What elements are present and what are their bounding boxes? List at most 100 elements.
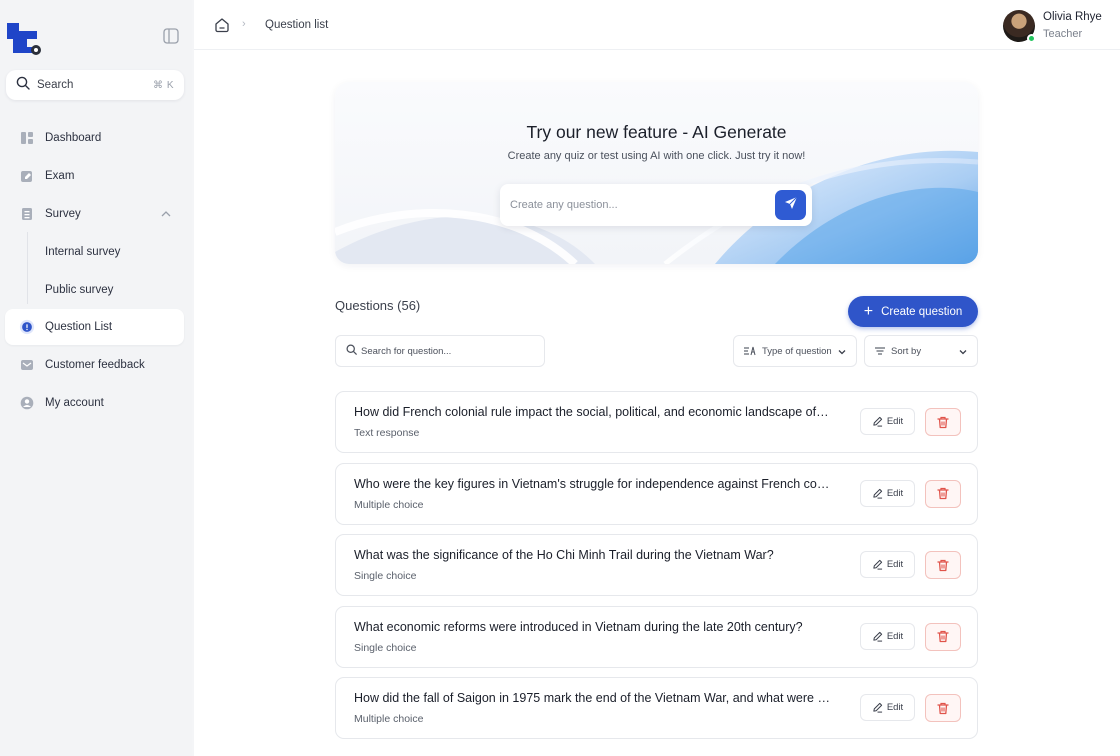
pencil-icon: [872, 488, 887, 499]
chevron-up-icon[interactable]: [160, 208, 172, 223]
ai-question-input-wrapper: [500, 184, 812, 226]
online-status-indicator: [1027, 34, 1036, 43]
submenu-guide-line: [27, 232, 28, 304]
chevron-down-icon: [958, 347, 968, 360]
questions-title: Questions (56): [335, 298, 421, 313]
trash-icon: [937, 702, 949, 715]
account-icon: [19, 395, 35, 411]
question-card[interactable]: Who were the key figures in Vietnam's st…: [335, 462, 978, 525]
search-icon: [16, 76, 30, 95]
delete-button[interactable]: [925, 408, 961, 436]
sidebar-item-survey[interactable]: Survey: [5, 196, 184, 232]
edit-label: Edit: [886, 702, 904, 713]
dashboard-icon: [19, 130, 35, 146]
question-type: Text response: [354, 427, 420, 439]
delete-button[interactable]: [925, 694, 961, 722]
question-search-input[interactable]: [361, 345, 541, 357]
user-name: Olivia Rhye: [1043, 11, 1102, 23]
sidebar-item-label: Dashboard: [45, 132, 102, 144]
trash-icon: [937, 630, 949, 643]
sort-lines-icon: [875, 347, 885, 355]
question-icon: [19, 319, 35, 335]
breadcrumb-current[interactable]: Question list: [265, 19, 328, 31]
send-icon: [783, 195, 799, 216]
question-text: Who were the key figures in Vietnam's st…: [354, 476, 832, 491]
type-of-question-filter[interactable]: Type of question: [733, 335, 857, 367]
edit-label: Edit: [886, 630, 904, 642]
pencil-icon: [872, 559, 887, 570]
pencil-icon: [872, 702, 887, 713]
trash-icon: [937, 487, 949, 500]
sidebar-item-label: Customer feedback: [45, 359, 145, 371]
type-of-question-label: Type of question: [762, 345, 832, 357]
delete-button[interactable]: [925, 479, 961, 508]
trash-icon: [937, 416, 949, 429]
exam-icon: [19, 168, 35, 184]
filter-sort-icon: [744, 346, 756, 356]
sidebar-toggle-icon[interactable]: [162, 27, 180, 45]
search-label: Search: [37, 79, 74, 91]
sidebar-item-exam[interactable]: Exam: [5, 158, 184, 194]
question-text: How did French colonial rule impact the …: [354, 405, 832, 419]
app-logo[interactable]: [4, 18, 42, 56]
plus-icon: +: [863, 302, 874, 320]
avatar[interactable]: [1003, 10, 1036, 43]
question-type: Multiple choice: [354, 498, 424, 511]
edit-label: Edit: [886, 416, 904, 427]
question-type: Multiple choice: [354, 713, 424, 725]
edit-button[interactable]: Edit: [860, 622, 915, 650]
sidebar-item-label: Exam: [45, 170, 75, 182]
sidebar-item-my-account[interactable]: My account: [5, 385, 184, 421]
sort-by-dropdown[interactable]: Sort by: [864, 335, 978, 367]
banner-subtitle: Create any quiz or test using AI with on…: [507, 150, 806, 162]
sidebar-item-label: Question List: [45, 321, 113, 333]
sidebar-item-label: My account: [45, 397, 104, 409]
edit-button[interactable]: Edit: [860, 551, 915, 578]
banner-wave-decoration: [335, 150, 978, 264]
question-card[interactable]: How did the fall of Saigon in 1975 mark …: [335, 677, 978, 739]
question-type: Single choice: [354, 570, 417, 582]
pencil-icon: [872, 416, 887, 427]
delete-button[interactable]: [925, 551, 961, 579]
ai-generate-banner: Try our new feature - AI Generate Create…: [335, 82, 978, 264]
question-text: What economic reforms were introduced in…: [354, 619, 803, 634]
question-search: [335, 335, 545, 367]
question-text: How did the fall of Saigon in 1975 mark …: [354, 691, 832, 705]
user-role: Teacher: [1043, 28, 1083, 40]
trash-icon: [937, 559, 949, 572]
sidebar-item-customer-feedback[interactable]: Customer feedback: [5, 347, 184, 383]
question-card[interactable]: How did French colonial rule impact the …: [335, 391, 978, 453]
edit-button[interactable]: Edit: [860, 479, 915, 507]
sidebar-item-dashboard[interactable]: Dashboard: [5, 120, 184, 156]
feedback-icon: [19, 357, 35, 373]
chevron-down-icon: [837, 347, 847, 360]
create-question-button[interactable]: + Create question: [848, 296, 978, 327]
sidebar-item-label: Survey: [45, 208, 81, 220]
sidebar: Search ⌘ K Dashboard Exam Survey Interna…: [0, 0, 192, 756]
sidebar-subitem-public-survey[interactable]: Public survey: [45, 284, 113, 296]
chevron-right-icon: ›: [242, 18, 246, 30]
sort-by-label: Sort by: [891, 345, 922, 357]
top-bar: › Question list Olivia Rhye Teacher: [194, 0, 1120, 50]
edit-button[interactable]: Edit: [860, 694, 915, 721]
survey-icon: [19, 206, 35, 222]
search-shortcut: ⌘ K: [153, 79, 174, 91]
edit-label: Edit: [886, 559, 904, 570]
pencil-icon: [872, 631, 887, 642]
home-icon[interactable]: [214, 17, 230, 38]
question-text: What was the significance of the Ho Chi …: [354, 548, 774, 562]
question-type: Single choice: [354, 641, 417, 654]
ai-question-input[interactable]: [510, 184, 770, 226]
create-question-label: Create question: [881, 305, 963, 318]
send-button[interactable]: [775, 190, 806, 220]
question-card[interactable]: What economic reforms were introduced in…: [335, 605, 978, 668]
sidebar-search[interactable]: Search ⌘ K: [6, 70, 184, 100]
main-content: › Question list Olivia Rhye Teacher Try …: [194, 0, 1120, 756]
sidebar-subitem-internal-survey[interactable]: Internal survey: [45, 246, 120, 258]
edit-label: Edit: [886, 487, 904, 499]
question-card[interactable]: What was the significance of the Ho Chi …: [335, 534, 978, 596]
delete-button[interactable]: [925, 622, 961, 651]
edit-button[interactable]: Edit: [860, 408, 915, 435]
sidebar-item-question-list[interactable]: Question List: [5, 309, 184, 345]
banner-title: Try our new feature - AI Generate: [526, 122, 787, 142]
